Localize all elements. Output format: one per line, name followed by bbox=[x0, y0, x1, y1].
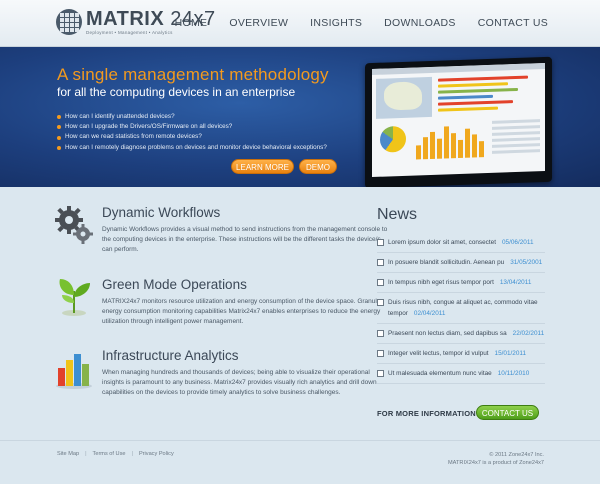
feature-description: MATRIX24x7 monitors resource utilization… bbox=[102, 298, 383, 325]
feature-title: Dynamic Workflows bbox=[102, 205, 221, 220]
hero-bullet: How can we read statistics from remote d… bbox=[57, 132, 327, 142]
checkbox-icon bbox=[377, 259, 384, 266]
nav-downloads[interactable]: DOWNLOADS bbox=[384, 17, 456, 29]
checkbox-icon bbox=[377, 279, 384, 286]
news-item[interactable]: Ut malesuada elementum nunc vitae 10/11/2… bbox=[377, 364, 545, 384]
footer: Site Map | Terms of Use | Privacy Policy… bbox=[0, 440, 600, 484]
checkbox-icon bbox=[377, 350, 384, 357]
feature-description: Dynamic Workflows provides a visual meth… bbox=[102, 226, 388, 253]
footer-link-site-map[interactable]: Site Map bbox=[57, 451, 79, 457]
monitor-dashboard-image bbox=[365, 56, 552, 187]
news-list: Lorem ipsum dolor sit amet, consectet 05/… bbox=[377, 233, 545, 384]
news-item[interactable]: In posuere blandit sollicitudin. Aenean … bbox=[377, 253, 545, 273]
checkbox-icon bbox=[377, 370, 384, 377]
hero-title: A single management methodology bbox=[57, 65, 329, 84]
footer-separator: | bbox=[131, 451, 133, 457]
hero-subtitle: for all the computing devices in an ente… bbox=[57, 85, 296, 99]
main-nav: HOME OVERVIEW INSIGHTS DOWNLOADS CONTACT… bbox=[175, 17, 548, 29]
nav-contact-us[interactable]: CONTACT US bbox=[478, 17, 548, 29]
header: MATRIX 24x7 Deployment • Management • An… bbox=[0, 0, 600, 47]
checkbox-icon bbox=[377, 299, 384, 306]
table-thumbnail bbox=[492, 119, 540, 157]
checkbox-icon bbox=[377, 239, 384, 246]
news-item[interactable]: Praesent non lectus diam, sed dapibus sa… bbox=[377, 324, 545, 344]
bullet-dot-icon bbox=[57, 125, 61, 130]
dashboard-screen bbox=[372, 62, 545, 178]
feature-title: Green Mode Operations bbox=[102, 277, 247, 292]
copyright-line: MATRIX24x7 is a product of Zone24x7 bbox=[448, 460, 544, 466]
footer-separator: | bbox=[85, 451, 87, 457]
hero-bullet: How can I upgrade the Drivers/OS/Firmwar… bbox=[57, 122, 327, 132]
demo-button[interactable]: DEMO bbox=[299, 159, 337, 174]
bullet-dot-icon bbox=[57, 115, 61, 120]
column-thumbnail bbox=[416, 121, 486, 160]
bullet-dot-icon bbox=[57, 145, 61, 150]
footer-link-privacy[interactable]: Privacy Policy bbox=[139, 451, 174, 457]
copyright: © 2011 Zone24x7 Inc. MATRIX24x7 is a pro… bbox=[448, 451, 544, 467]
checkbox-icon bbox=[377, 330, 384, 337]
news-heading: News bbox=[377, 206, 418, 223]
feature-title: Infrastructure Analytics bbox=[102, 348, 239, 363]
bar-thumbnail bbox=[438, 75, 538, 114]
footer-links: Site Map | Terms of Use | Privacy Policy bbox=[57, 451, 174, 457]
bar-chart-icon bbox=[56, 354, 92, 389]
nav-insights[interactable]: INSIGHTS bbox=[310, 17, 362, 29]
nav-home[interactable]: HOME bbox=[175, 17, 208, 29]
hero-bullet: How can I remotely diagnose problems on … bbox=[57, 143, 327, 153]
hero-banner: A single management methodology for all … bbox=[0, 47, 600, 187]
news-item[interactable]: Lorem ipsum dolor sit amet, consectet 05/… bbox=[377, 233, 545, 253]
learn-more-button[interactable]: LEARN MORE bbox=[231, 159, 294, 174]
news-item[interactable]: In tempus nibh eget risus tempor port 13/… bbox=[377, 273, 545, 293]
contact-us-button[interactable]: CONTACT US bbox=[476, 405, 539, 420]
leaf-sprout-icon bbox=[59, 279, 90, 316]
news-item[interactable]: Integer velit lectus, tempor id vulput 15… bbox=[377, 344, 545, 364]
news-item[interactable]: Duis risus nibh, congue at aliquet ac, c… bbox=[377, 293, 545, 324]
hero-bullet: How can I identify unattended devices? bbox=[57, 112, 327, 122]
gears-icon bbox=[55, 206, 93, 244]
matrix-grid-icon bbox=[56, 9, 82, 35]
hero-bullet-list: How can I identify unattended devices? H… bbox=[57, 112, 327, 153]
nav-overview[interactable]: OVERVIEW bbox=[229, 17, 288, 29]
copyright-line: © 2011 Zone24x7 Inc. bbox=[489, 452, 544, 458]
pie-thumbnail bbox=[380, 125, 406, 153]
feature-description: When managing hundreds and thousands of … bbox=[102, 369, 377, 396]
footer-link-terms[interactable]: Terms of Use bbox=[93, 451, 126, 457]
bullet-dot-icon bbox=[57, 135, 61, 140]
more-info-label: FOR MORE INFORMATION bbox=[377, 409, 476, 418]
logo-tagline: Deployment • Management • Analytics bbox=[86, 30, 173, 35]
